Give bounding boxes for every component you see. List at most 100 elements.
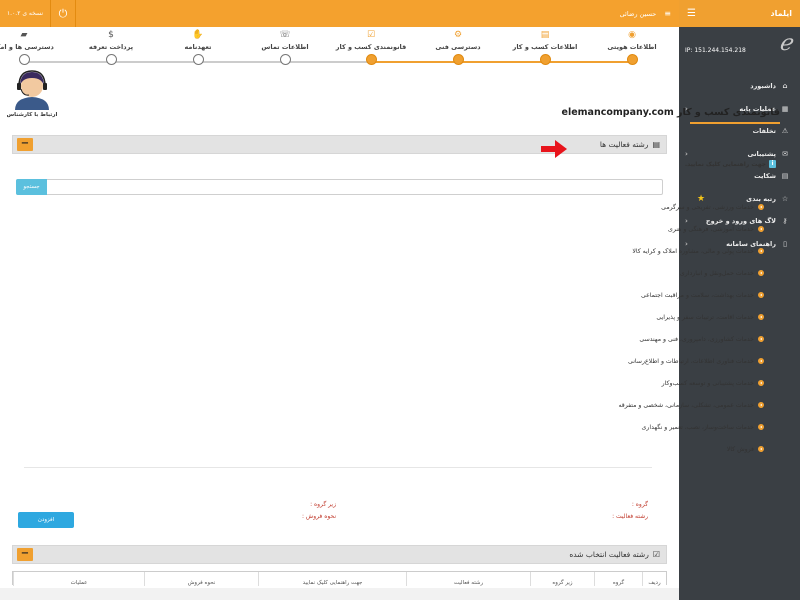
- search-box: جستجو: [16, 179, 663, 195]
- category-label: خدمات بهداشت، سلامت و مراقبت اجتماعی: [640, 291, 754, 299]
- section-divider: [24, 467, 652, 468]
- chevron-left-icon: [758, 336, 764, 342]
- group-label: گروه :: [631, 501, 648, 508]
- wizard-step-0[interactable]: ◉ اطلاعات هویتی: [588, 30, 676, 65]
- table-header-cell: رشته فعالیت: [406, 572, 530, 586]
- category-item[interactable]: خدمات حمل‌ونقل و انبارداری: [324, 262, 764, 284]
- step-label: اطلاعات تماس: [261, 43, 309, 51]
- step-label: تعهدنامه: [184, 43, 212, 51]
- add-button[interactable]: افزودن: [18, 512, 74, 528]
- warning-icon: ⚠: [781, 127, 789, 136]
- sidebar-item-label: تخلفات: [752, 127, 776, 136]
- title-underline: [690, 122, 780, 124]
- selected-panel-title-text: رشته فعالیت انتخاب شده: [569, 550, 649, 559]
- version-label: نسخه ی ۱.۰.۲: [6, 10, 44, 17]
- sidebar-item-0[interactable]: ⌂ داشبورد: [679, 75, 800, 98]
- step-label: پرداخت تعرفه: [88, 43, 134, 51]
- category-item[interactable]: خدمات ساخت‌وساز، نصب، تعمیر و نگهداری: [324, 416, 764, 438]
- user-icon: ◉: [628, 30, 636, 40]
- category-label: خدمات آموزشی، فرهنگی و هنری: [668, 225, 754, 233]
- menu-icon: ≡: [664, 9, 671, 18]
- sidebar-logo: ℯ IP: 151.244.154.218: [679, 27, 800, 69]
- chevron-left-icon: [758, 446, 764, 452]
- wizard-step-3[interactable]: ☑ قانونمندی کسب و کار: [327, 30, 415, 65]
- page-footer: [0, 588, 679, 600]
- document-icon: ▤: [540, 30, 550, 40]
- category-item[interactable]: خدمات پولی و مالی، مشاوره املاک و کرایه …: [324, 240, 764, 262]
- power-icon[interactable]: ⏻: [50, 0, 76, 27]
- page-title: قانونمندی کسب و کار elemancompany.com: [561, 107, 781, 118]
- activity-panel-title-text: رشته فعالیت ها: [599, 140, 649, 149]
- list-icon: ▤: [652, 140, 660, 149]
- wizard-step-4[interactable]: ☏ اطلاعات تماس: [241, 30, 329, 65]
- home-icon: ⌂: [782, 82, 788, 91]
- selected-panel-header: − ☑ رشته فعالیت انتخاب شده: [12, 545, 667, 564]
- category-label: خدمات پولی و مالی، مشاوره املاک و کرایه …: [632, 247, 754, 255]
- table-header-cell: نحوه فروش: [144, 572, 258, 586]
- list-icon: ▦: [781, 104, 789, 113]
- step-label: اطلاعات کسب و کار: [512, 43, 578, 51]
- chevron-left-icon: [758, 380, 764, 386]
- category-item[interactable]: خدمات اقامت، ترتیبات سفر و پذیرایی: [324, 306, 764, 328]
- chevron-left-icon: [758, 204, 764, 210]
- category-item[interactable]: خدمات بهداشت، سلامت و مراقبت اجتماعی: [324, 284, 764, 306]
- subgroup-label: زیر گروه :: [310, 501, 336, 508]
- table-header-cell: ردیف: [642, 572, 666, 586]
- user-menu[interactable]: ≡ حسین رضائی: [620, 0, 671, 27]
- table-header-cell: جهت راهنمایی کلیک نمایید: [258, 572, 406, 586]
- info-icon: i: [769, 160, 776, 168]
- gears-icon: ⚙: [453, 30, 463, 40]
- category-label: خدمات حمل‌ونقل و انبارداری: [679, 269, 754, 277]
- category-label: خدمات پشتیبانی و توسعه کسب‌وکار: [661, 379, 754, 387]
- hamburger-icon[interactable]: ☰: [687, 8, 696, 19]
- collapse-button[interactable]: −: [17, 548, 33, 561]
- sidebar-item-label: داشبورد: [750, 82, 776, 91]
- category-item[interactable]: خدمات فناوری اطلاعات، ارتباطات و اطلاع‌ر…: [324, 350, 764, 372]
- sidebar-item-label: شکایت: [754, 172, 776, 181]
- file-icon: ▯: [783, 239, 787, 248]
- step-dot: [192, 54, 204, 65]
- category-item[interactable]: خدمات ورزشی، تفریحی و سرگرمی: [324, 196, 764, 218]
- chevron-left-icon: [758, 248, 764, 254]
- top-bar: نسخه ی ۱.۰.۲ ⏻ ≡ حسین رضائی: [0, 0, 679, 27]
- wizard-step-6[interactable]: $ پرداخت تعرفه: [67, 30, 155, 65]
- sidebar-item-label: پشتیبانی: [747, 149, 776, 158]
- ip-address: IP: 151.244.154.218: [685, 47, 746, 54]
- chevron-left-icon: [758, 358, 764, 364]
- activity-panel-title: ▤ رشته فعالیت ها: [600, 136, 660, 153]
- category-label: فروش کالا: [726, 445, 754, 453]
- step-dot: [365, 54, 377, 65]
- search-button[interactable]: جستجو: [16, 179, 47, 195]
- wizard-step-1[interactable]: ▤ اطلاعات کسب و کار: [501, 30, 589, 65]
- category-item[interactable]: خدمات پشتیبانی و توسعه کسب‌وکار: [324, 372, 764, 394]
- category-item[interactable]: خدمات کشاورزی، دامپروری، فنی و مهندسی: [324, 328, 764, 350]
- category-label: خدمات ورزشی، تفریحی و سرگرمی: [661, 203, 754, 211]
- activity-categories: خدمات ورزشی، تفریحی و سرگرمی خدمات آموزشی…: [324, 196, 764, 460]
- support-label: ارتباط با کارشناس: [6, 112, 58, 118]
- wizard-step-5[interactable]: ✋ تعهدنامه: [154, 30, 242, 65]
- wizard-step-2[interactable]: ⚙ دسترسی فنی: [414, 30, 502, 65]
- activity-label: رشته فعالیت :: [612, 513, 648, 520]
- user-name: حسین رضائی: [619, 9, 657, 18]
- category-item[interactable]: خدمات عمومی، تشکلی، سازمانی، شخصی و متفر…: [324, 394, 764, 416]
- help-hint[interactable]: i جهت راهنمایی کلیک نمایید.: [685, 160, 776, 168]
- step-dot: [105, 54, 117, 65]
- search-input[interactable]: [49, 181, 658, 193]
- chevron-left-icon: [758, 424, 764, 430]
- chevron-left-icon: [758, 226, 764, 232]
- table-header-cell: عملیات: [13, 572, 144, 586]
- step-dot: [626, 54, 638, 65]
- wizard-step-7[interactable]: ▰ دسترسی ها و امکا: [0, 30, 68, 65]
- chevron-left-icon: [758, 292, 764, 298]
- support-contact[interactable]: ارتباط با کارشناس: [4, 68, 60, 118]
- step-dot: [539, 54, 551, 65]
- category-label: خدمات اقامت، ترتیبات سفر و پذیرایی: [656, 313, 754, 321]
- sale-method-label: نحوه فروش :: [301, 513, 336, 520]
- logo-icon: ℯ: [778, 31, 792, 56]
- category-item[interactable]: خدمات آموزشی، فرهنگی و هنری: [324, 218, 764, 240]
- category-item[interactable]: فروش کالا: [324, 438, 764, 460]
- collapse-button[interactable]: −: [17, 138, 33, 151]
- table-header-cell: زیر گروه: [530, 572, 594, 586]
- sidebar-item-4[interactable]: ▤ شکایت: [679, 165, 800, 188]
- dollar-icon: $: [108, 30, 114, 40]
